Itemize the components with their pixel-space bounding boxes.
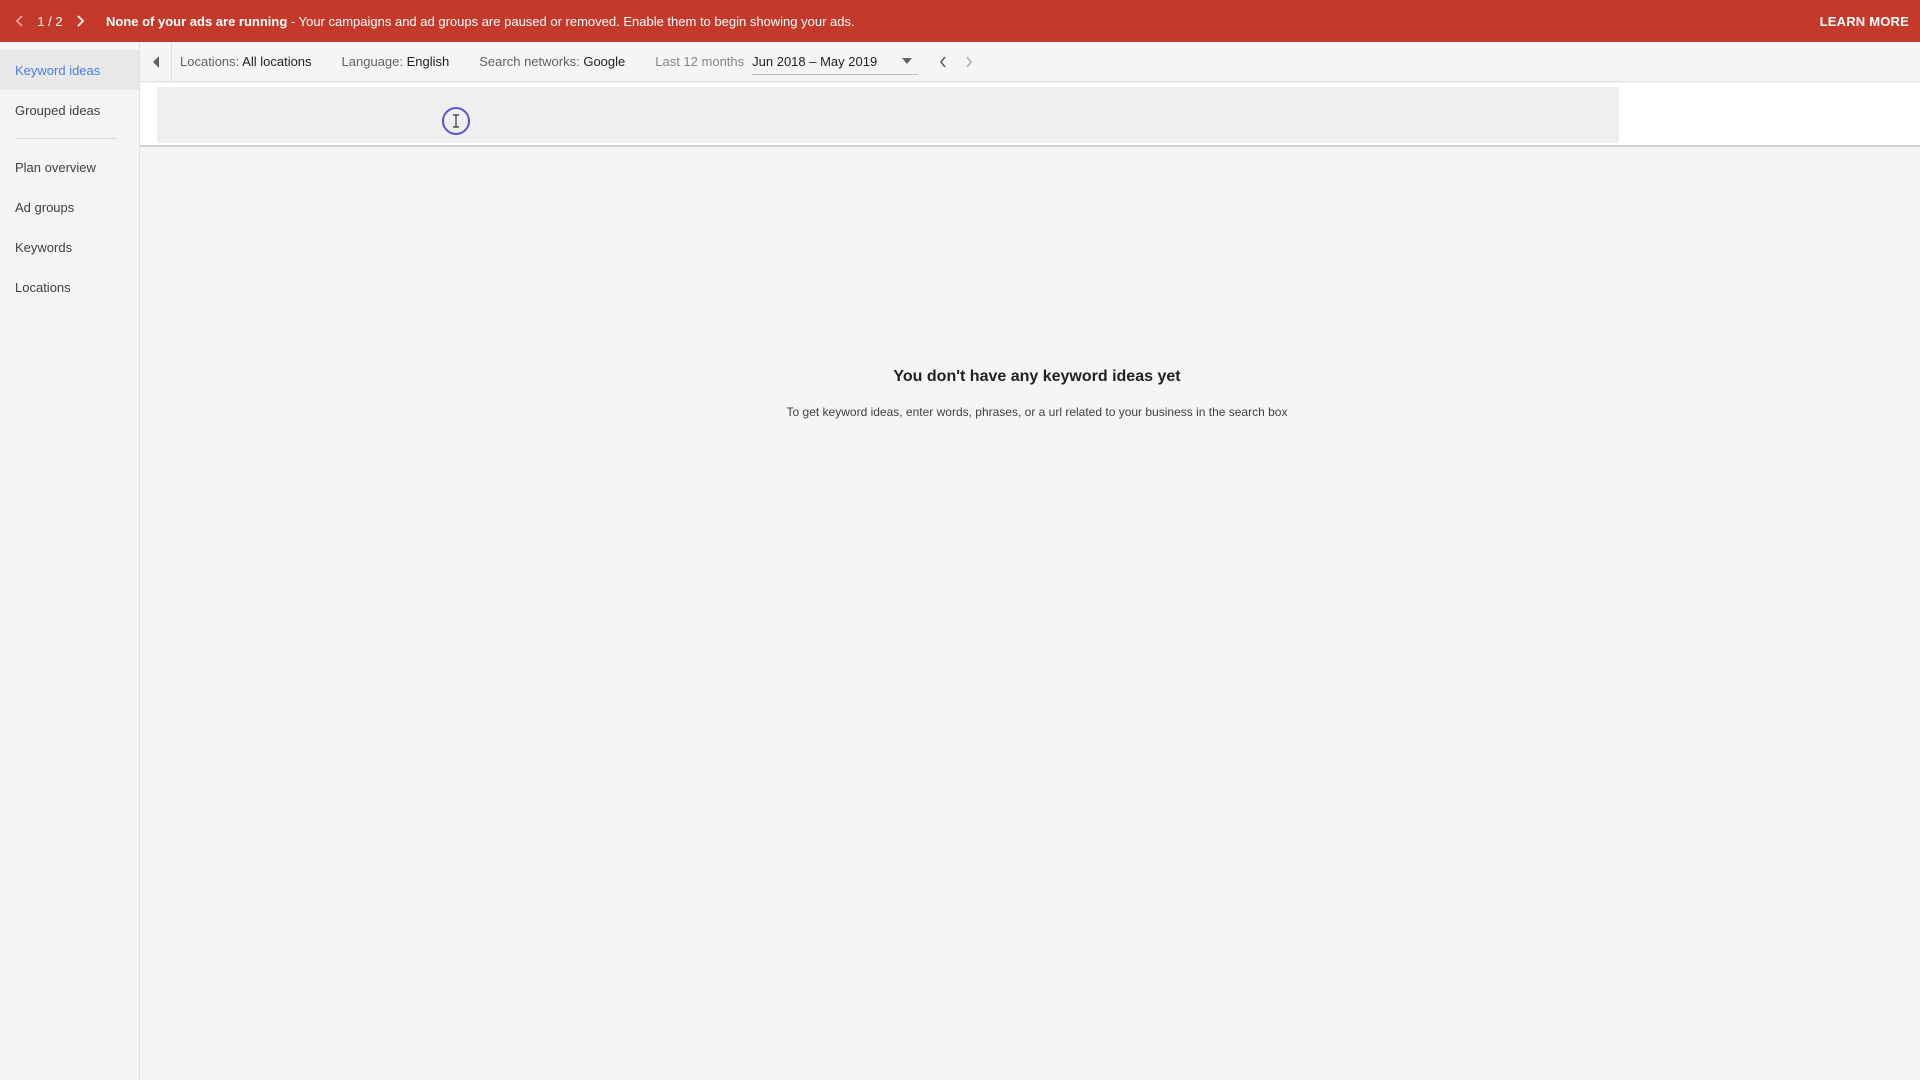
sidebar: Keyword ideas Grouped ideas Plan overvie… bbox=[0, 42, 140, 1080]
sidebar-divider bbox=[15, 138, 117, 139]
language-filter-value: English bbox=[406, 54, 450, 69]
sidebar-item-plan-overview[interactable]: Plan overview bbox=[0, 147, 139, 187]
sidebar-item-locations[interactable]: Locations bbox=[0, 267, 139, 307]
locations-filter[interactable]: Locations: All locations bbox=[180, 54, 312, 69]
chevron-right-icon bbox=[966, 56, 973, 67]
empty-state: You don't have any keyword ideas yet To … bbox=[140, 148, 1920, 1080]
sidebar-item-ad-groups[interactable]: Ad groups bbox=[0, 187, 139, 227]
search-band bbox=[140, 83, 1920, 147]
sidebar-item-label: Grouped ideas bbox=[15, 102, 101, 118]
date-range-value: Jun 2018 – May 2019 bbox=[752, 53, 878, 69]
date-range-filter: Last 12 months Jun 2018 – May 2019 bbox=[655, 49, 982, 75]
alert-pager: 1 / 2 bbox=[37, 13, 63, 29]
sidebar-item-label: Locations bbox=[15, 279, 71, 295]
alert-banner: 1 / 2 None of your ads are running - You… bbox=[0, 0, 1920, 42]
locations-filter-label: Locations: bbox=[180, 54, 240, 69]
alert-prev-button[interactable] bbox=[6, 0, 34, 42]
chevron-right-icon bbox=[77, 15, 85, 27]
sidebar-item-keyword-ideas[interactable]: Keyword ideas bbox=[0, 50, 139, 90]
date-range-period-label: Last 12 months bbox=[655, 54, 745, 69]
chevron-left-icon bbox=[15, 15, 23, 27]
filter-toolbar: Locations: All locations Language: Engli… bbox=[140, 41, 1920, 82]
search-networks-filter-value: Google bbox=[583, 54, 626, 69]
language-filter-label: Language: bbox=[341, 54, 403, 69]
search-networks-filter-label: Search networks: bbox=[479, 54, 580, 69]
collapse-sidebar-button[interactable] bbox=[140, 41, 172, 82]
locations-filter-value: All locations bbox=[242, 54, 312, 69]
sidebar-item-label: Keyword ideas bbox=[15, 62, 101, 78]
sidebar-item-label: Plan overview bbox=[15, 159, 96, 175]
caret-left-icon bbox=[152, 55, 159, 68]
date-range-next-button[interactable] bbox=[956, 49, 982, 75]
mouse-cursor bbox=[442, 107, 470, 135]
chevron-left-icon bbox=[940, 56, 946, 67]
language-filter[interactable]: Language: English bbox=[342, 54, 450, 69]
alert-message: None of your ads are running - Your camp… bbox=[106, 14, 855, 29]
alert-title: None of your ads are running bbox=[106, 13, 288, 29]
sidebar-item-label: Keywords bbox=[15, 239, 73, 255]
sidebar-item-keywords[interactable]: Keywords bbox=[0, 227, 139, 267]
date-range-previous-button[interactable] bbox=[930, 49, 956, 75]
alert-detail: - Your campaigns and ad groups are pause… bbox=[287, 13, 855, 29]
sidebar-item-grouped-ideas[interactable]: Grouped ideas bbox=[0, 90, 139, 130]
text-cursor-icon bbox=[453, 114, 459, 128]
sidebar-item-label: Ad groups bbox=[15, 199, 75, 215]
search-networks-filter[interactable]: Search networks: Google bbox=[479, 54, 625, 69]
empty-state-title: You don't have any keyword ideas yet bbox=[893, 368, 1181, 385]
learn-more-link[interactable]: LEARN MORE bbox=[1820, 0, 1909, 42]
dropdown-arrow-icon bbox=[902, 58, 913, 64]
date-range-select[interactable]: Jun 2018 – May 2019 bbox=[752, 49, 919, 75]
empty-state-message: To get keyword ideas, enter words, phras… bbox=[786, 405, 1288, 419]
alert-next-button[interactable] bbox=[66, 0, 94, 42]
keyword-search-input[interactable] bbox=[157, 87, 1619, 143]
